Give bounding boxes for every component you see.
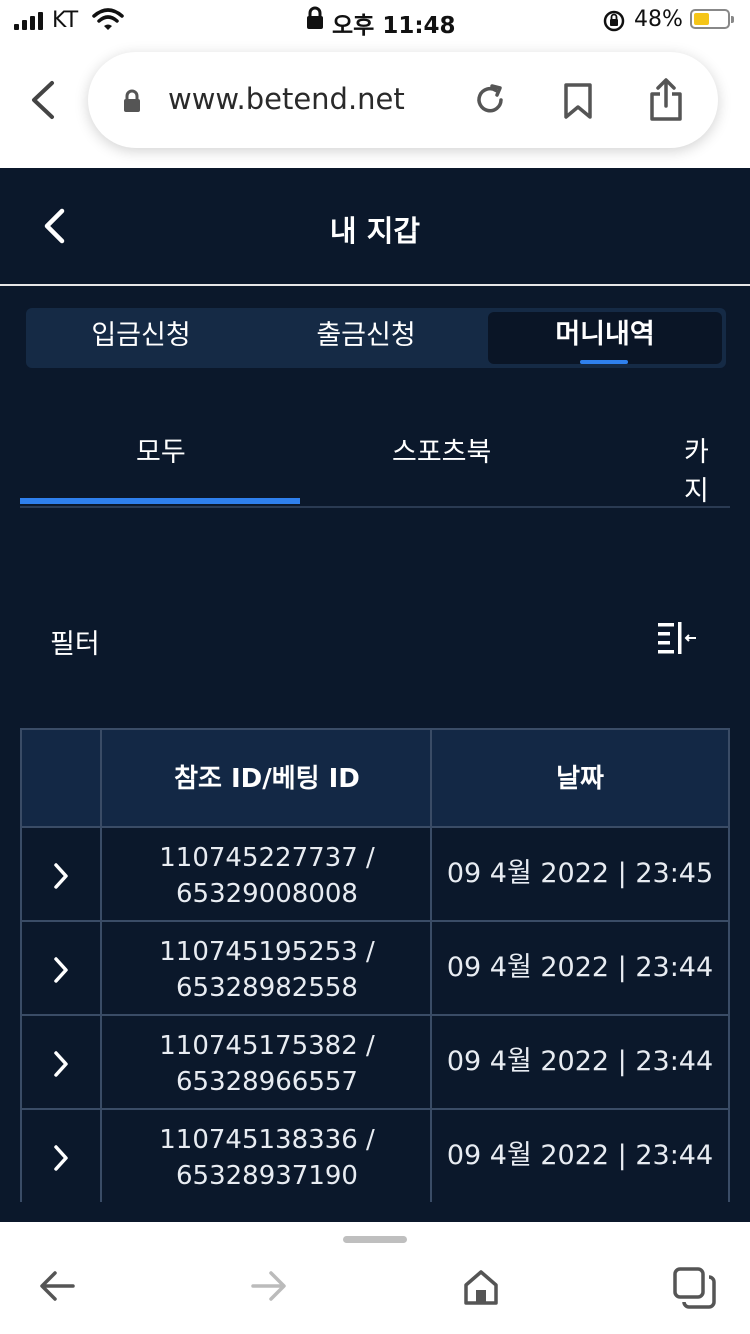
wifi-icon: [92, 8, 124, 36]
date-cell: 09 4월 2022 | 23:44: [446, 952, 714, 983]
date-cell: 09 4월 2022 | 23:44: [446, 1046, 714, 1077]
bet-id: 65328966557: [176, 1067, 358, 1097]
chevron-right-icon[interactable]: [52, 956, 70, 988]
category-tabs: 모두 스포츠북 카지: [20, 400, 730, 508]
subtab-all[interactable]: 모두: [136, 430, 186, 469]
padlock-icon: [122, 88, 142, 118]
battery-icon: [690, 9, 734, 29]
wallet-tabs: 입금신청 출금신청 머니내역: [26, 308, 726, 368]
table-row[interactable]: 110745138336 / 65328937190 09 4월 2022 | …: [22, 1110, 728, 1202]
bet-id: 65329008008: [176, 879, 358, 909]
bet-id: 65328982558: [176, 973, 358, 1003]
subtab-sportsbook[interactable]: 스포츠북: [392, 430, 491, 469]
active-subtab-indicator: [20, 498, 300, 504]
bookmark-icon[interactable]: [562, 82, 594, 124]
header-ref-id: 참조 ID/베팅 ID: [174, 764, 360, 794]
battery-percent: 48%: [634, 7, 683, 32]
date-cell: 09 4월 2022 | 23:45: [446, 858, 714, 889]
header-expand: [22, 730, 102, 828]
ref-bet-id: 110745227737 / 65329008008: [102, 840, 432, 912]
cellular-signal-icon: [14, 12, 43, 30]
subtab-casino[interactable]: 카지: [684, 430, 730, 508]
ref-id: 110745227737 /: [159, 843, 375, 873]
ref-bet-id: 110745175382 / 65328966557: [102, 1028, 432, 1100]
tab-withdraw-request[interactable]: 출금신청: [248, 308, 484, 368]
share-icon[interactable]: [648, 78, 684, 126]
lock-icon: [306, 6, 324, 34]
chevron-right-icon[interactable]: [52, 1144, 70, 1176]
bet-id: 65328937190: [176, 1161, 358, 1191]
filter-toggle-icon[interactable]: [656, 620, 698, 660]
tabs-icon[interactable]: [672, 1266, 718, 1314]
chevron-right-icon[interactable]: [52, 1050, 70, 1082]
money-history-table: 참조 ID/베팅 ID 날짜 110745227737 / 6532900800…: [20, 728, 730, 1202]
column-divider: [100, 728, 102, 1202]
page-title: 내 지갑: [329, 214, 421, 248]
status-bar: KT 오후 11:48 48%: [0, 0, 750, 44]
page-bottom: [0, 1202, 750, 1222]
ref-id: 110745138336 /: [159, 1125, 375, 1155]
table-header: 참조 ID/베팅 ID 날짜: [22, 728, 728, 828]
ref-bet-id: 110745138336 / 65328937190: [102, 1122, 432, 1194]
carrier-label: KT: [52, 8, 79, 33]
tab-money-history[interactable]: 머니내역: [488, 312, 722, 364]
page-header: 내 지갑: [0, 168, 750, 286]
browser-back-icon[interactable]: [28, 80, 58, 124]
rotation-lock-icon: [602, 9, 626, 37]
browser-bottom-toolbar: [0, 1222, 750, 1334]
browser-toolbar: www.betend.net: [0, 44, 750, 168]
ref-id: 110745175382 /: [159, 1031, 375, 1061]
forward-icon[interactable]: [250, 1268, 288, 1308]
filter-label: 필터: [50, 629, 100, 660]
grabber-handle[interactable]: [343, 1236, 407, 1243]
tab-deposit-request[interactable]: 입금신청: [26, 308, 256, 368]
back-icon[interactable]: [38, 1268, 76, 1308]
url-text[interactable]: www.betend.net: [168, 82, 405, 116]
column-divider: [430, 728, 432, 1202]
table-row[interactable]: 110745227737 / 65329008008 09 4월 2022 | …: [22, 828, 728, 922]
ref-id: 110745195253 /: [159, 937, 375, 967]
active-tab-underline: [580, 360, 628, 364]
ref-bet-id: 110745195253 / 65328982558: [102, 934, 432, 1006]
header-date: 날짜: [556, 764, 604, 794]
chevron-right-icon[interactable]: [52, 862, 70, 894]
table-row[interactable]: 110745175382 / 65328966557 09 4월 2022 | …: [22, 1016, 728, 1110]
home-icon[interactable]: [462, 1268, 500, 1310]
reload-icon[interactable]: [472, 82, 508, 122]
address-bar[interactable]: www.betend.net: [88, 52, 718, 148]
table-row[interactable]: 110745195253 / 65328982558 09 4월 2022 | …: [22, 922, 728, 1016]
date-cell: 09 4월 2022 | 23:44: [446, 1140, 714, 1171]
clock: 오후 11:48: [332, 13, 456, 39]
